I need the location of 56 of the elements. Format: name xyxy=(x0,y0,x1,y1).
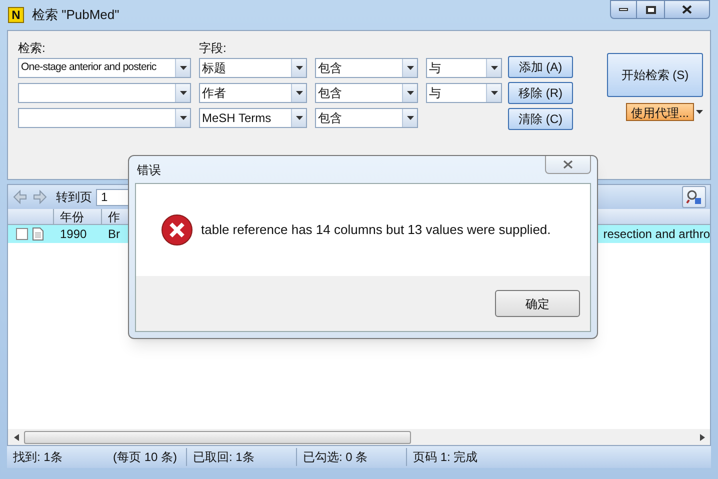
status-text: 找到: 1条 xyxy=(12,449,64,466)
goto-page-label: 转到页 xyxy=(56,189,92,206)
status-text: 页码 1: 完成 xyxy=(412,449,479,466)
dropdown[interactable]: 标题 xyxy=(199,58,307,78)
error-message: table reference has 14 columns but 13 values were supplied. xyxy=(201,221,551,240)
dropdown-arrow-icon xyxy=(406,116,414,120)
maximize-button[interactable] xyxy=(637,0,664,19)
dropdown[interactable]: 包含 xyxy=(315,58,418,78)
clear-search-button[interactable] xyxy=(682,186,706,208)
action-button[interactable]: 添加 (A) xyxy=(508,56,573,78)
dialog-title: 错误 xyxy=(136,162,162,178)
close-button[interactable] xyxy=(664,0,710,19)
dropdown[interactable]: One-stage anterior and posteric xyxy=(18,58,191,78)
app-logo-icon: N xyxy=(8,7,24,23)
field-label: 字段: xyxy=(199,40,226,53)
error-icon xyxy=(161,214,193,246)
dropdown-arrow-icon xyxy=(490,91,498,95)
dropdown[interactable]: 包含 xyxy=(315,108,418,128)
dropdown-arrow-icon xyxy=(406,66,414,70)
dropdown-arrow-icon xyxy=(180,116,186,120)
dropdown-arrow-icon xyxy=(180,66,186,70)
dropdown[interactable]: MeSH Terms xyxy=(199,108,307,128)
search-clear-icon xyxy=(686,189,702,205)
minimize-button[interactable] xyxy=(610,0,637,19)
scrollbar-thumb[interactable] xyxy=(24,430,411,444)
dropdown[interactable]: 与 xyxy=(426,83,502,103)
dropdown-arrow-icon xyxy=(180,91,186,95)
status-text: 已取回: 1条 xyxy=(187,448,297,466)
dropdown-arrow-icon xyxy=(296,91,302,95)
dropdown[interactable]: 包含 xyxy=(315,83,418,103)
dropdown-arrow-icon xyxy=(296,66,302,70)
action-button[interactable]: 移除 (R) xyxy=(508,82,573,104)
status-text: 已勾选: 0 条 xyxy=(297,448,407,466)
ok-button[interactable]: 确定 xyxy=(495,290,580,317)
action-button[interactable]: 清除 (C) xyxy=(508,108,573,130)
dropdown-arrow-icon xyxy=(490,66,498,70)
table-cell-text: Br xyxy=(108,226,120,243)
status-text: (每页 10 条) xyxy=(107,448,187,466)
query-label: 检索: xyxy=(18,40,46,53)
close-icon xyxy=(563,160,573,169)
row-checkbox[interactable] xyxy=(16,228,28,240)
table-cell-text: resection and arthro xyxy=(603,226,710,243)
dropdown[interactable]: 与 xyxy=(426,58,502,78)
right-arrow-icon xyxy=(700,434,704,440)
proxy-button[interactable]: 使用代理... xyxy=(626,103,694,121)
dropdown-arrow-icon xyxy=(406,91,414,95)
dropdown-arrow-icon xyxy=(296,116,302,120)
document-icon xyxy=(32,227,44,241)
start-search-button[interactable]: 开始检索 (S) xyxy=(607,53,703,97)
window-title: 检索 "PubMed" xyxy=(32,6,120,24)
dropdown-arrow-icon xyxy=(696,110,703,114)
left-arrow-icon xyxy=(14,434,18,440)
dropdown[interactable]: 作者 xyxy=(199,83,307,103)
column-header[interactable]: 年份 xyxy=(54,209,102,224)
table-cell-text: 1990 xyxy=(60,226,88,243)
close-icon xyxy=(682,5,692,14)
